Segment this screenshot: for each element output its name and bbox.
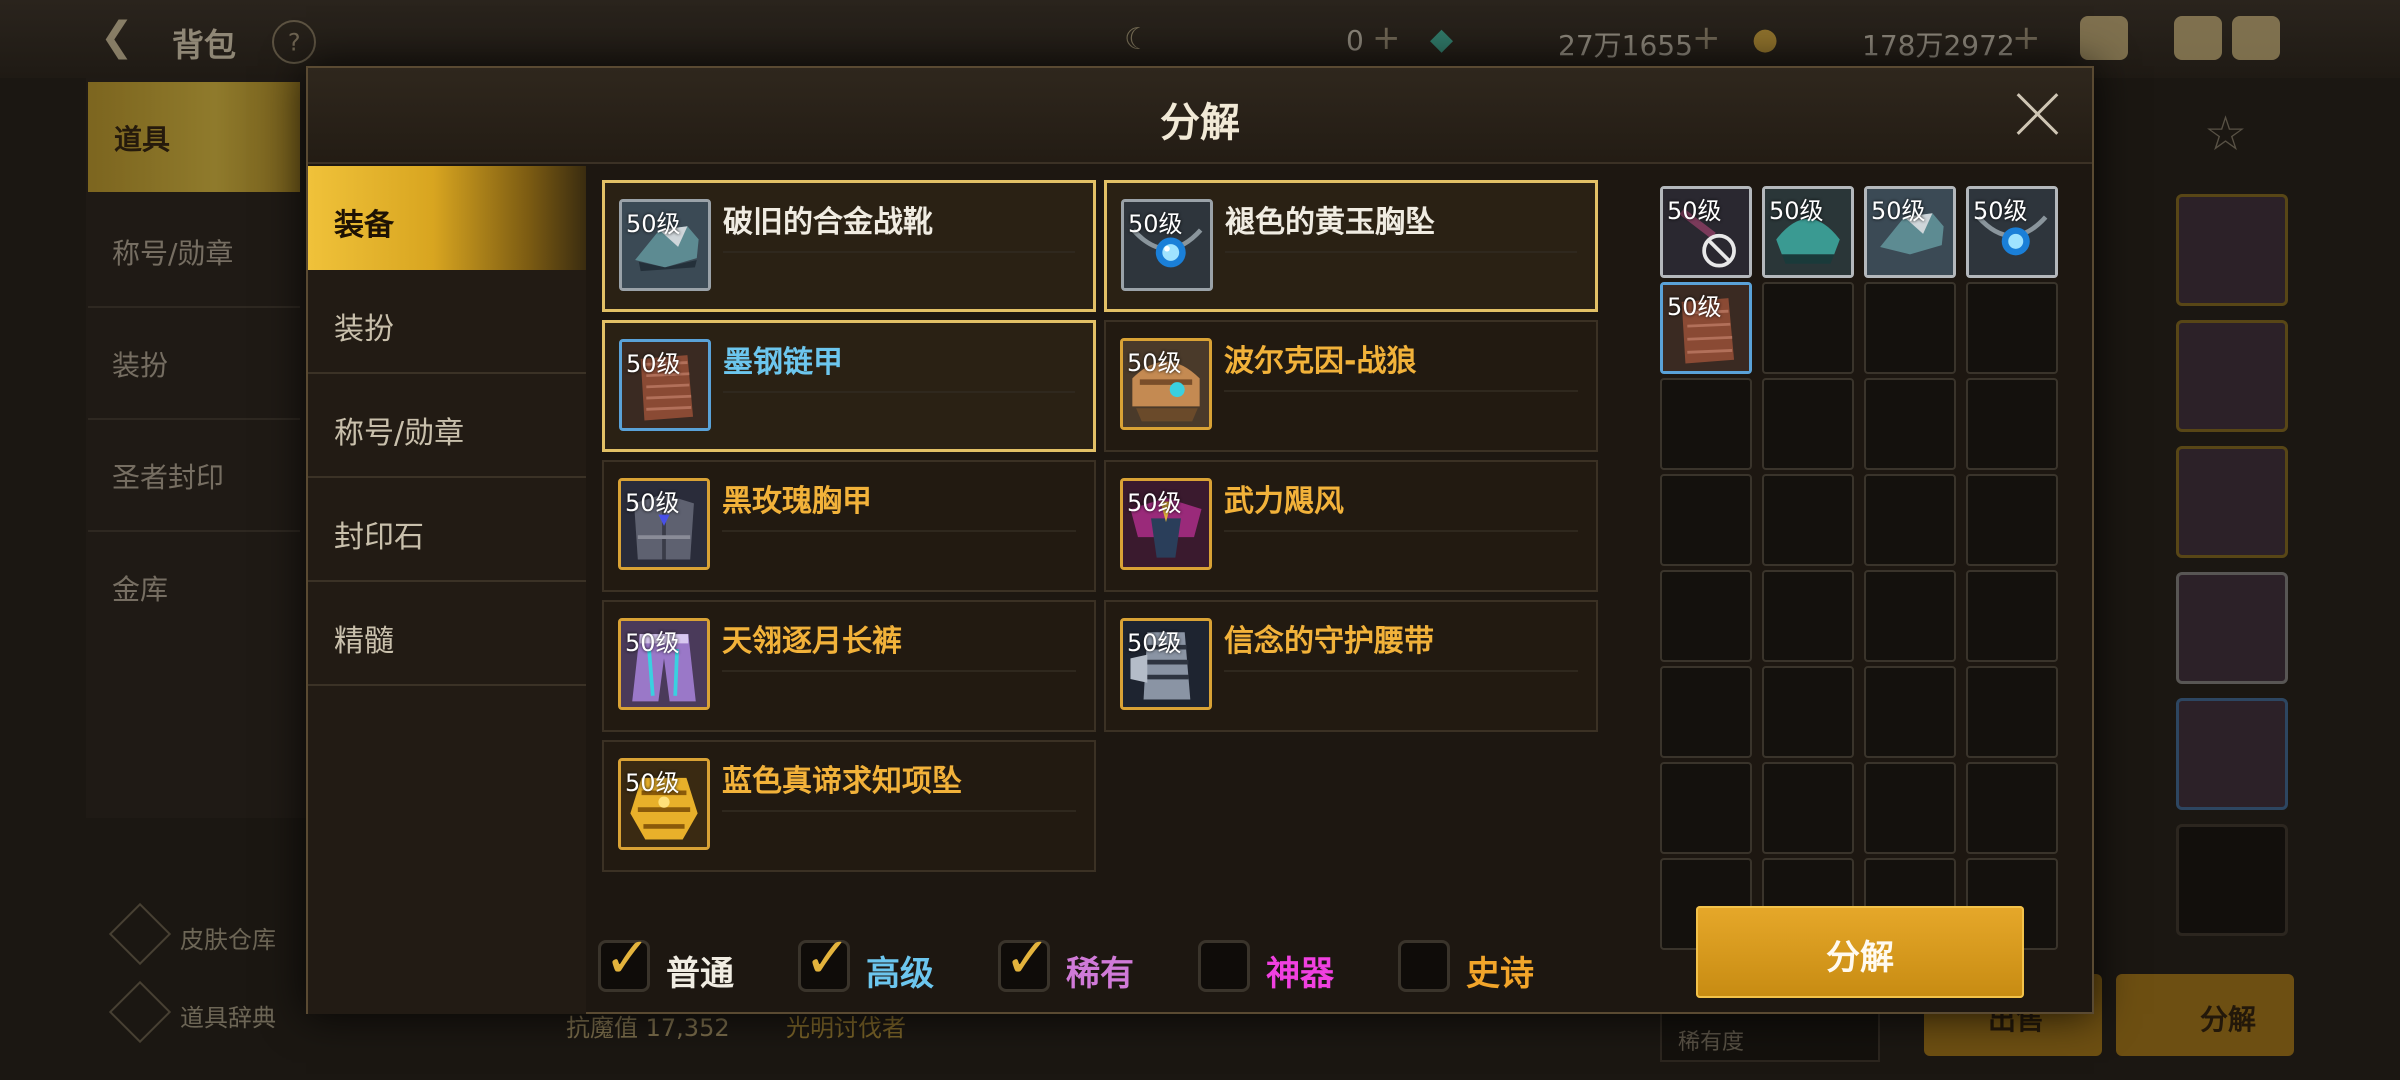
empty-slot[interactable] <box>1660 762 1752 854</box>
amulet-icon: 50级 <box>1121 199 1213 291</box>
pants-icon: 50级 <box>618 618 710 710</box>
bg-inventory-slot[interactable] <box>2176 572 2288 684</box>
selected-slot[interactable]: 50级 <box>1660 186 1752 278</box>
divider <box>88 306 300 308</box>
tab-title-medal[interactable]: 称号/勋章 <box>308 374 586 478</box>
decompose-button[interactable]: 分解 <box>1696 906 2024 998</box>
empty-slot[interactable] <box>1762 762 1854 854</box>
empty-slot[interactable] <box>1864 378 1956 470</box>
add-currency-icon[interactable]: + <box>1372 18 1401 58</box>
bg-decompose-button[interactable]: 分解 <box>2116 974 2294 1056</box>
item-list: 50级 破旧的合金战靴 50级 褪色的黄玉胸坠 50级 墨钢链甲 50级 波尔克… <box>602 180 1602 956</box>
bg-inventory-slot[interactable] <box>2176 446 2288 558</box>
item-dictionary-link[interactable]: 道具辞典 <box>180 998 276 1033</box>
item-card[interactable]: 50级 信念的守护腰带 <box>1104 600 1598 732</box>
sort-dropdown[interactable]: 稀有度 <box>1660 1010 1880 1062</box>
sidebar-item[interactable]: 称号/勋章 <box>112 232 233 272</box>
shop-icon[interactable] <box>2080 16 2128 60</box>
shoulder-armor-icon: 50级 <box>1120 478 1212 570</box>
back-arrow-icon[interactable]: ❮ <box>100 14 134 60</box>
dialog-title: 分解 <box>1160 100 1240 146</box>
bg-inventory-slot[interactable] <box>2176 320 2288 432</box>
empty-slot[interactable] <box>1864 282 1956 374</box>
item-card[interactable]: 50级 褪色的黄玉胸坠 <box>1104 180 1598 312</box>
checkmark-icon: ✓ <box>1004 926 1051 991</box>
gold-coin-icon: ● <box>1752 22 1779 57</box>
moon-coin-icon: ☾ <box>1124 22 1151 57</box>
selected-slot[interactable]: 50级 <box>1864 186 1956 278</box>
empty-slot[interactable] <box>1864 570 1956 662</box>
item-card[interactable]: 50级 黑玫瑰胸甲 <box>602 460 1096 592</box>
divider <box>88 530 300 532</box>
empty-slot[interactable] <box>1762 666 1854 758</box>
item-card[interactable]: 50级 蓝色真谛求知项坠 <box>602 740 1096 872</box>
empty-slot[interactable] <box>1762 378 1854 470</box>
tab-essence[interactable]: 精髓 <box>308 582 586 686</box>
item-dictionary-icon[interactable] <box>108 980 172 1044</box>
tab-equipment[interactable]: 装备 <box>308 166 586 270</box>
divider <box>88 418 300 420</box>
item-card[interactable]: 50级 天翎逐月长裤 <box>602 600 1096 732</box>
decompose-dialog: 分解 装备 装扮 称号/勋章 封印石 精髓 50级 破旧的合金战靴 50级 褪色… <box>306 66 2094 1014</box>
inventory-title: 背包 <box>172 26 237 64</box>
currency-value: 178万2972 <box>1862 29 2015 62</box>
item-card[interactable]: 50级 波尔克因-战狼 <box>1104 320 1598 452</box>
dialog-header: 分解 <box>308 68 2092 164</box>
checkmark-icon: ✓ <box>804 926 851 991</box>
currency-value: 27万1655 <box>1558 29 1693 62</box>
chainmail-icon: 50级 <box>619 339 711 431</box>
empty-slot[interactable] <box>1762 474 1854 566</box>
selected-items-grid: 50级 50级 50级 50级 50级 <box>1660 186 2068 956</box>
empty-slot[interactable] <box>1966 762 2058 854</box>
add-currency-icon[interactable]: + <box>1692 18 1721 58</box>
sidebar-item-items[interactable]: 道具 <box>88 82 300 192</box>
sidebar-item[interactable]: 装扮 <box>112 344 168 384</box>
tab-seal-stone[interactable]: 封印石 <box>308 478 586 582</box>
item-card[interactable]: 50级 墨钢链甲 <box>602 320 1096 452</box>
item-card[interactable]: 50级 破旧的合金战靴 <box>602 180 1096 312</box>
star-icon[interactable]: ☆ <box>2204 106 2247 162</box>
selected-slot[interactable]: 50级 <box>1660 282 1752 374</box>
breastplate-icon: 50级 <box>618 478 710 570</box>
empty-slot[interactable] <box>1762 282 1854 374</box>
gauntlet-icon: 50级 <box>1120 618 1212 710</box>
green-crystal-icon: ◆ <box>1430 22 1454 57</box>
sidebar-item[interactable]: 圣者封印 <box>112 456 224 496</box>
necklace-icon: 50级 <box>618 758 710 850</box>
empty-slot[interactable] <box>1660 474 1752 566</box>
close-icon[interactable] <box>2010 86 2066 142</box>
empty-slot[interactable] <box>1966 666 2058 758</box>
empty-slot[interactable] <box>1966 378 2058 470</box>
empty-slot[interactable] <box>1966 282 2058 374</box>
category-list: 装备 装扮 称号/勋章 封印石 精髓 <box>308 166 586 1014</box>
bg-inventory-slot[interactable] <box>2176 194 2288 306</box>
empty-slot[interactable] <box>1966 570 2058 662</box>
selected-slot[interactable]: 50级 <box>1966 186 2058 278</box>
empty-slot[interactable] <box>1966 474 2058 566</box>
selected-slot[interactable]: 50级 <box>1762 186 1854 278</box>
empty-slot[interactable] <box>1660 570 1752 662</box>
currency-value: 0 <box>1346 24 1364 57</box>
skin-storage-icon[interactable] <box>108 902 172 966</box>
skin-storage-link[interactable]: 皮肤仓库 <box>180 920 276 955</box>
empty-slot[interactable] <box>1864 474 1956 566</box>
boots-icon: 50级 <box>619 199 711 291</box>
empty-slot[interactable] <box>1660 666 1752 758</box>
bg-inventory-slot[interactable] <box>2176 698 2288 810</box>
rarity-filters: ✓ 普通 ✓ 高级 ✓ 稀有 神器 史诗 <box>598 916 1608 1016</box>
item-card[interactable]: 50级 武力飓风 <box>1104 460 1598 592</box>
chat-icon[interactable] <box>2232 16 2280 60</box>
checkmark-icon: ✓ <box>604 926 651 991</box>
tab-avatar[interactable]: 装扮 <box>308 270 586 374</box>
sidebar-item[interactable]: 金库 <box>112 568 168 608</box>
empty-slot[interactable] <box>1864 666 1956 758</box>
empty-slot[interactable] <box>1660 378 1752 470</box>
empty-slot[interactable] <box>1762 570 1854 662</box>
empty-slot[interactable] <box>1864 762 1956 854</box>
add-currency-icon[interactable]: + <box>2012 18 2041 58</box>
help-icon[interactable]: ? <box>262 10 326 74</box>
bg-inventory-slot[interactable] <box>2176 824 2288 936</box>
mail-icon[interactable] <box>2174 16 2222 60</box>
helmet-icon: 50级 <box>1120 338 1212 430</box>
